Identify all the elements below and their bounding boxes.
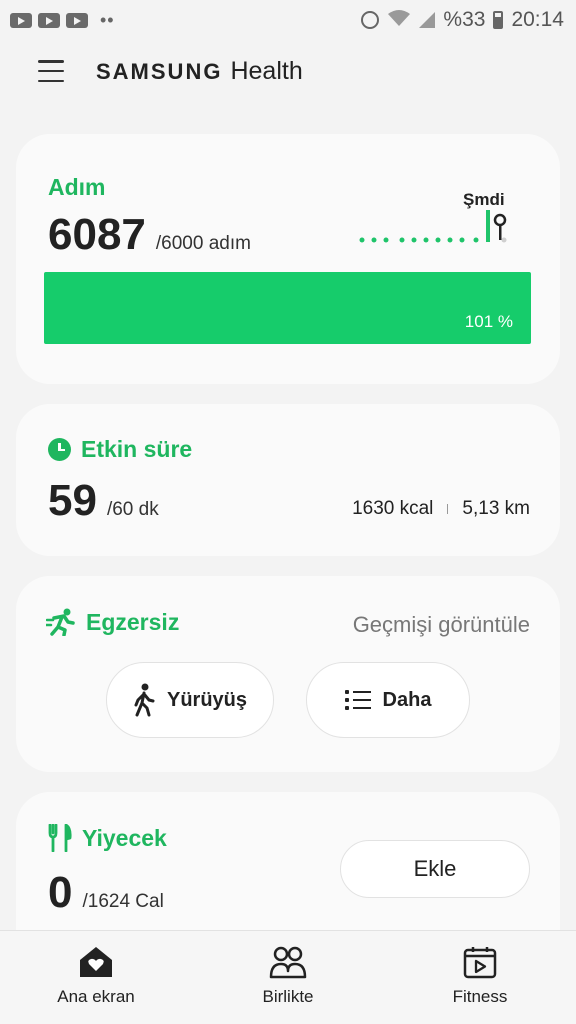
alarm-icon — [361, 11, 380, 29]
nav-fitness[interactable]: Fitness — [384, 931, 576, 1024]
more-notifications-icon: •• — [100, 9, 115, 30]
nav-home-label: Ana ekran — [57, 987, 135, 1006]
steps-count: 6087 — [48, 210, 146, 259]
distance: 5,13 km — [462, 498, 530, 519]
notification-icons: •• — [10, 10, 115, 31]
nav-fitness-label: Fitness — [452, 987, 508, 1006]
walking-label: Yürüyüş — [166, 688, 248, 711]
steps-progress-percent: 101 % — [464, 312, 513, 331]
list-icon — [344, 690, 371, 710]
app-header: SAMSUNG Health — [0, 48, 576, 94]
steps-goal: /6000 adım — [155, 233, 251, 254]
steps-progress-bar: 101 % — [44, 272, 531, 344]
walking-icon — [134, 683, 155, 717]
exercise-title: Egzersiz — [86, 608, 180, 635]
clock: 20:14 — [511, 8, 564, 31]
nav-together-label: Birlikte — [262, 987, 314, 1006]
youtube-notification-icon — [66, 12, 88, 28]
food-values: 0 /1624 Cal — [48, 868, 164, 918]
active-time-values: 59 /60 dk — [48, 476, 159, 526]
bottom-navigation: Ana ekran Birlikte Fitness — [0, 930, 576, 1024]
active-time-card[interactable]: Etkin süre 59 /60 dk 1630 kcal 5,13 km — [16, 404, 560, 556]
system-icons: %33 20:14 — [361, 8, 564, 32]
app-logo: SAMSUNG Health — [96, 57, 303, 86]
home-heart-icon — [80, 947, 112, 977]
fitness-video-icon — [463, 947, 497, 979]
active-stats: 1630 kcal 5,13 km — [352, 498, 530, 520]
calories-eaten: 0 — [48, 868, 73, 917]
exercise-card: Egzersiz Geçmişi görüntüle Yürüyüş Daha — [16, 576, 560, 772]
more-label: Daha — [382, 688, 432, 711]
steps-card[interactable]: Adım 6087 /6000 adım Şmdi 101 % — [16, 134, 560, 384]
food-header: Yiyecek — [48, 824, 167, 852]
active-minutes: 59 — [48, 476, 97, 525]
signal-icon — [419, 12, 436, 28]
nav-together[interactable]: Birlikte — [192, 931, 384, 1024]
brand-health: Health — [230, 56, 303, 85]
youtube-notification-icon — [10, 12, 32, 28]
view-history-link[interactable]: Geçmişi görüntüle — [353, 612, 530, 638]
walking-button[interactable]: Yürüyüş — [106, 662, 274, 738]
fork-knife-icon — [48, 824, 72, 852]
steps-title: Adım — [48, 174, 106, 200]
menu-icon[interactable] — [38, 60, 64, 82]
battery-icon — [493, 11, 504, 29]
people-icon — [269, 946, 307, 979]
steps-progress-fill: 101 % — [44, 272, 531, 344]
calories-burned: 1630 kcal — [352, 498, 434, 519]
calorie-goal: /1624 Cal — [82, 891, 164, 912]
active-time-header: Etkin süre — [48, 436, 192, 463]
add-food-button[interactable]: Ekle — [340, 840, 530, 898]
steps-values: 6087 /6000 adım — [48, 210, 251, 260]
nav-home[interactable]: Ana ekran — [0, 931, 192, 1024]
active-time-title: Etkin süre — [81, 436, 193, 462]
stat-divider — [447, 504, 449, 514]
food-title: Yiyecek — [82, 824, 167, 851]
wifi-icon — [387, 9, 411, 32]
youtube-notification-icon — [38, 12, 60, 28]
more-exercises-button[interactable]: Daha — [306, 662, 470, 738]
brand-samsung: SAMSUNG — [96, 58, 223, 84]
steps-hourly-sparkline — [359, 210, 507, 243]
status-bar: •• %33 20:14 — [0, 0, 576, 40]
active-goal: /60 dk — [106, 499, 159, 520]
clock-icon — [48, 438, 71, 461]
exercise-header: Egzersiz — [46, 608, 179, 636]
running-icon — [46, 608, 75, 636]
battery-percent: %33 — [443, 8, 486, 31]
